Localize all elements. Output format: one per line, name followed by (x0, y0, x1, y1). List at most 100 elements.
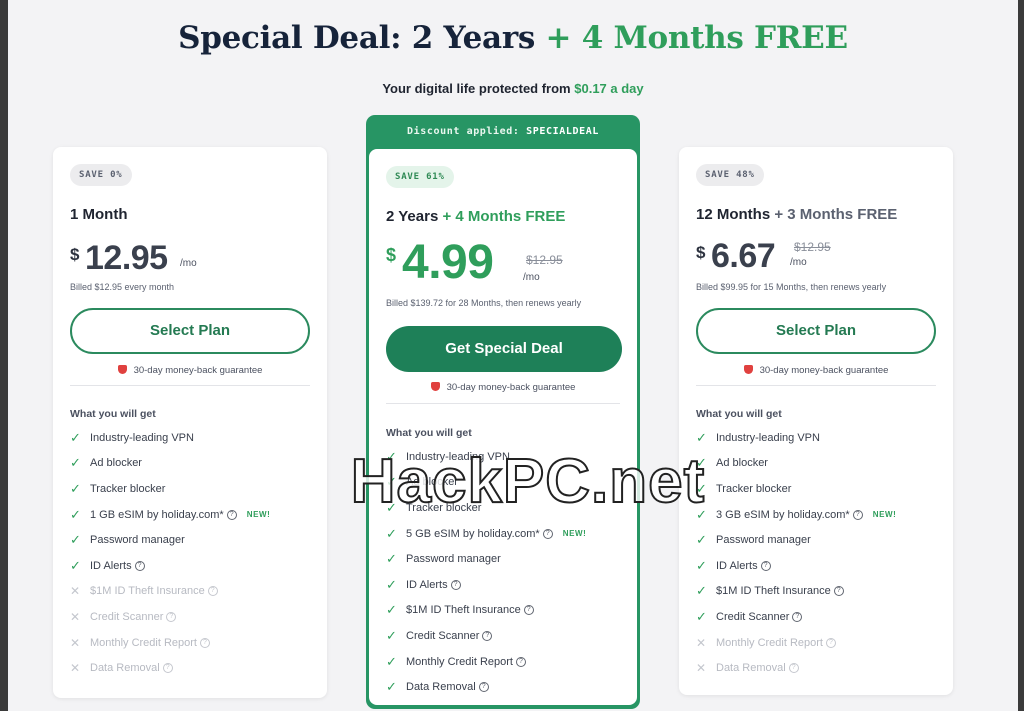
feature-item: ✕ Monthly Credit Report? (696, 630, 936, 656)
question-circle-icon[interactable]: ? (523, 605, 534, 616)
plan-name-main: 12 Months (696, 206, 771, 223)
price-period: /mo (523, 272, 540, 283)
question-circle-icon[interactable]: ? (760, 560, 771, 571)
check-icon: ✓ (386, 627, 397, 643)
check-icon: ✓ (386, 602, 397, 618)
plan-name: 12 Months + 3 Months FREE (696, 206, 897, 223)
feature-item: ✓ Credit Scanner? (386, 623, 626, 649)
currency-symbol: $ (386, 245, 397, 265)
feature-label: Data Removal (406, 681, 476, 694)
divider (70, 385, 310, 386)
question-circle-icon[interactable]: ? (852, 509, 863, 520)
new-badge: NEW! (872, 510, 897, 520)
question-circle-icon[interactable]: ? (833, 586, 844, 597)
x-icon: ✕ (696, 661, 707, 676)
plan-name: 2 Years + 4 Months FREE (386, 208, 565, 225)
price-period: /mo (790, 257, 807, 268)
divider (386, 403, 620, 404)
question-circle-icon[interactable]: ? (166, 611, 177, 622)
check-icon: ✓ (386, 525, 397, 541)
original-price: $12.95 (526, 253, 563, 267)
plan-card-yearly: SAVE 48% 12 Months + 3 Months FREE $ 6.6… (679, 147, 953, 695)
feature-label: Monthly Credit Report (90, 636, 197, 649)
currency-symbol: $ (70, 245, 80, 264)
divider (696, 385, 936, 386)
features-heading: What you will get (696, 408, 782, 420)
feature-list: ✓ Industry-leading VPN ✓ Ad blocker ✓ Tracker… (70, 425, 310, 681)
get-special-deal-button[interactable]: Get Special Deal (386, 326, 622, 372)
window-frame-right (1018, 0, 1024, 711)
feature-label: $1M ID Theft Insurance (90, 585, 205, 598)
guarantee-text: 30-day money-back guarantee (133, 365, 263, 376)
feature-label: ID Alerts (716, 559, 758, 572)
feature-item: ✓ 3 GB eSIM by holiday.com*? NEW! (696, 502, 936, 528)
subtitle-price: $0.17 a day (574, 81, 644, 96)
feature-item: ✕ Monthly Credit Report? (70, 630, 310, 656)
question-circle-icon[interactable]: ? (226, 509, 237, 520)
question-circle-icon[interactable]: ? (207, 586, 218, 597)
feature-label: ID Alerts (406, 578, 448, 591)
feature-label: Ad blocker (90, 457, 142, 470)
money-back-guarantee: 30-day money-back guarantee (369, 382, 637, 393)
subtitle-text: Your digital life protected from (382, 81, 571, 96)
plan-name-bonus: + 3 Months FREE (774, 206, 898, 223)
feature-label: Tracker blocker (90, 482, 166, 495)
feature-item: ✕ $1M ID Theft Insurance? (70, 579, 310, 605)
shield-icon (117, 365, 127, 374)
check-icon: ✓ (696, 429, 707, 445)
select-plan-button[interactable]: Select Plan (70, 308, 310, 354)
feature-item: ✓ $1M ID Theft Insurance? (386, 598, 626, 624)
feature-item: ✓ Industry-leading VPN (696, 425, 936, 451)
feature-item: ✕ Data Removal? (70, 655, 310, 681)
feature-item: ✓ Password manager (70, 527, 310, 553)
feature-item: ✓ $1M ID Theft Insurance? (696, 579, 936, 605)
question-circle-icon[interactable]: ? (792, 611, 803, 622)
feature-item: ✓ ID Alerts? (696, 553, 936, 579)
price-amount: 6.67 (711, 237, 776, 275)
feature-label: Data Removal (716, 662, 786, 675)
feature-label: Credit Scanner (716, 610, 790, 623)
x-icon: ✕ (70, 609, 81, 624)
x-icon: ✕ (70, 635, 81, 650)
x-icon: ✕ (70, 661, 81, 676)
feature-label: 5 GB eSIM by holiday.com* (406, 527, 540, 540)
page-title-accent: + 4 Months FREE (545, 20, 849, 56)
save-badge: SAVE 61% (386, 166, 454, 188)
billing-note: Billed $12.95 every month (70, 282, 175, 292)
feature-label: Monthly Credit Report (406, 655, 513, 668)
feature-label: ID Alerts (90, 559, 132, 572)
page-title: Special Deal: 2 Years + 4 Months FREE (8, 20, 1018, 56)
question-circle-icon[interactable]: ? (478, 682, 489, 693)
money-back-guarantee: 30-day money-back guarantee (53, 365, 327, 376)
feature-label: Industry-leading VPN (716, 431, 820, 444)
feature-label: Monthly Credit Report (716, 636, 823, 649)
feature-item: ✓ Credit Scanner? (696, 604, 936, 630)
pricing-page: Special Deal: 2 Years + 4 Months FREE Yo… (8, 0, 1018, 711)
check-icon: ✓ (696, 532, 707, 548)
plan-card-monthly: SAVE 0% 1 Month $ 12.95 /mo Billed $12.9… (53, 147, 327, 698)
features-heading: What you will get (70, 408, 156, 420)
question-circle-icon[interactable]: ? (162, 663, 173, 674)
question-circle-icon[interactable]: ? (482, 630, 493, 641)
question-circle-icon[interactable]: ? (200, 637, 210, 648)
question-circle-icon[interactable]: ? (516, 656, 526, 667)
plan-card-special-wrapper: Discount applied: SPECIALDEAL SAVE 61% 2… (366, 115, 640, 709)
x-icon: ✕ (696, 635, 707, 650)
question-circle-icon[interactable]: ? (542, 528, 553, 539)
question-circle-icon[interactable]: ? (450, 579, 461, 590)
price-amount: 4.99 (402, 236, 494, 289)
feature-label: $1M ID Theft Insurance (406, 604, 521, 617)
price-period: /mo (180, 258, 197, 269)
question-circle-icon[interactable]: ? (788, 663, 799, 674)
check-icon: ✓ (386, 576, 397, 592)
question-circle-icon[interactable]: ? (134, 560, 145, 571)
select-plan-button[interactable]: Select Plan (696, 308, 936, 354)
question-circle-icon[interactable]: ? (826, 637, 836, 648)
x-icon: ✕ (70, 584, 81, 599)
price-amount: 12.95 (85, 239, 168, 277)
price-row: $ 4.99 $12.95 /mo (386, 236, 626, 303)
plan-name-bonus: + 4 Months FREE (442, 208, 566, 225)
feature-label: 3 GB eSIM by holiday.com* (716, 508, 850, 521)
currency-symbol: $ (696, 243, 706, 262)
feature-item: ✓ Password manager (696, 527, 936, 553)
